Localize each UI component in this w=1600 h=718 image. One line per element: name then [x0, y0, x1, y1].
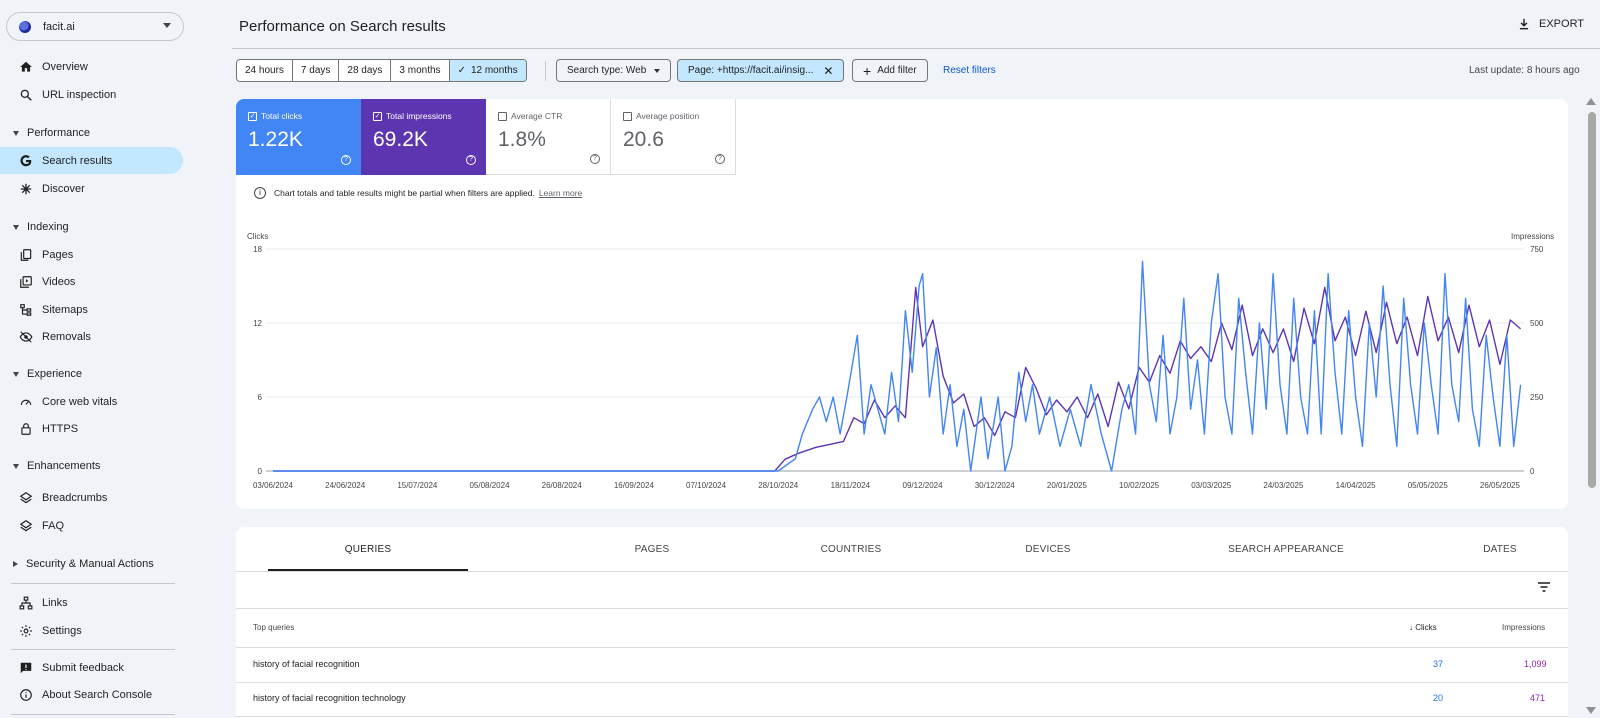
- y-tick-left-label: 18: [253, 245, 262, 254]
- x-tick-label: 26/08/2024: [542, 481, 583, 490]
- series-line-impressions: [273, 286, 1522, 472]
- table-header-divider: [236, 647, 1568, 648]
- y-tick-right-label: 250: [1530, 393, 1544, 402]
- impressions-cell: 471: [1530, 693, 1546, 703]
- y-tick-left-label: 0: [258, 467, 263, 476]
- x-tick-label: 30/12/2024: [975, 481, 1016, 490]
- query-cell: history of facial recognition technology: [253, 693, 406, 703]
- row-divider: [236, 716, 1568, 717]
- x-tick-label: 26/05/2025: [1480, 481, 1521, 490]
- column-header-impressions[interactable]: Impressions: [1502, 623, 1545, 632]
- y-tick-left-label: 6: [258, 393, 263, 402]
- x-tick-label: 05/08/2024: [469, 481, 510, 490]
- sort-down-arrow-icon: ↓: [1409, 623, 1413, 632]
- x-tick-label: 15/07/2024: [397, 481, 438, 490]
- x-tick-label: 14/04/2025: [1336, 481, 1377, 490]
- y-tick-left-label: 12: [253, 319, 262, 328]
- tab-devices[interactable]: DEVICES: [978, 527, 1118, 571]
- clicks-cell: 20: [1433, 693, 1444, 703]
- scrollbar-thumb[interactable]: [1588, 112, 1596, 488]
- column-header-clicks[interactable]: ↓ Clicks: [1409, 623, 1437, 632]
- x-tick-label: 16/09/2024: [614, 481, 655, 490]
- x-tick-label: 03/03/2025: [1191, 481, 1232, 490]
- tab-dates[interactable]: DATES: [1340, 527, 1600, 571]
- x-tick-label: 24/03/2025: [1263, 481, 1304, 490]
- y-tick-right-label: 0: [1530, 467, 1535, 476]
- query-cell: history of facial recognition: [253, 659, 360, 669]
- x-tick-label: 24/06/2024: [325, 481, 366, 490]
- dimension-tabs: QUERIES PAGES COUNTRIES DEVICES SEARCH A…: [236, 527, 1568, 571]
- scroll-up-arrow[interactable]: [1586, 98, 1596, 105]
- y-tick-right-label: 500: [1530, 319, 1544, 328]
- impressions-cell: 1,099: [1524, 659, 1547, 669]
- row-divider: [236, 682, 1568, 683]
- filter-rows-icon[interactable]: [1537, 581, 1551, 593]
- x-tick-label: 10/02/2025: [1119, 481, 1160, 490]
- x-tick-label: 05/05/2025: [1408, 481, 1449, 490]
- tab-pages[interactable]: PAGES: [602, 527, 702, 571]
- x-tick-label: 03/06/2024: [253, 481, 294, 490]
- column-header-query: Top queries: [253, 623, 295, 632]
- series-line-clicks: [273, 260, 1522, 472]
- tab-countries[interactable]: COUNTRIES: [791, 527, 911, 571]
- table-toolbar-divider: [236, 608, 1568, 609]
- x-tick-label: 07/10/2024: [686, 481, 727, 490]
- y-tick-right-label: 750: [1530, 245, 1544, 254]
- x-tick-label: 20/01/2025: [1047, 481, 1088, 490]
- clicks-cell: 37: [1433, 659, 1444, 669]
- x-tick-label: 28/10/2024: [758, 481, 799, 490]
- tab-queries[interactable]: QUERIES: [268, 527, 468, 571]
- x-tick-label: 09/12/2024: [903, 481, 944, 490]
- tabs-divider: [236, 571, 1568, 572]
- x-tick-label: 18/11/2024: [831, 481, 871, 490]
- column-header-clicks-label: Clicks: [1415, 623, 1437, 632]
- scroll-down-arrow[interactable]: [1586, 707, 1596, 714]
